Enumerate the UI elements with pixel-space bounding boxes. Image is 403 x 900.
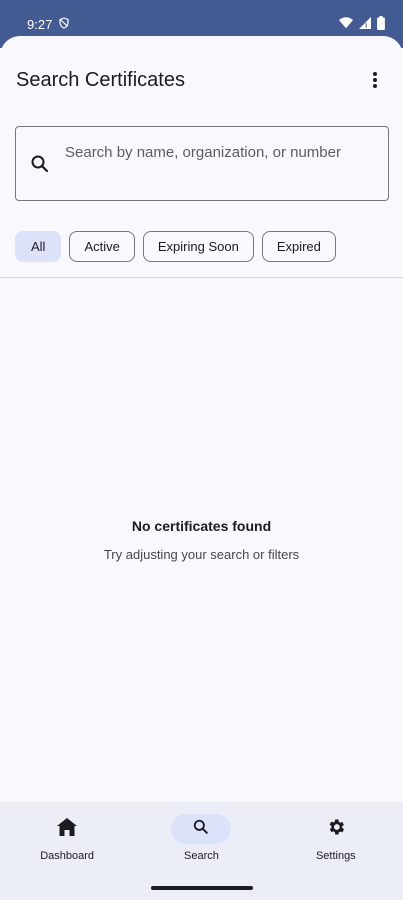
chip-active[interactable]: Active <box>69 231 135 262</box>
chip-all[interactable]: All <box>15 231 62 262</box>
filter-chips: All Active Expiring Soon Expired <box>15 231 336 262</box>
screen-top-curve <box>0 36 403 56</box>
chip-expired[interactable]: Expired <box>261 231 336 262</box>
nav-item-dashboard[interactable]: Dashboard <box>12 802 122 862</box>
empty-state-subtitle: Try adjusting your search or filters <box>103 547 300 562</box>
nav-label-settings: Settings <box>315 850 356 862</box>
top-app-bar: Search Certificates <box>0 56 403 104</box>
search-icon <box>191 817 211 842</box>
nav-icon-container <box>171 814 232 844</box>
wifi-icon <box>339 16 353 32</box>
status-time: 9:27 <box>27 16 53 32</box>
nav-item-settings[interactable]: Settings <box>281 802 391 862</box>
shield-off-icon <box>58 16 70 32</box>
battery-icon <box>377 15 385 33</box>
more-vert-icon[interactable] <box>363 68 387 92</box>
chip-expiring-soon[interactable]: Expiring Soon <box>142 231 254 262</box>
nav-item-search[interactable]: Search <box>146 802 256 862</box>
empty-state-title: No certificates found <box>131 518 272 534</box>
divider <box>0 277 403 278</box>
page-title: Search Certificates <box>16 68 185 91</box>
search-input[interactable] <box>65 139 372 188</box>
signal-icon <box>359 16 371 32</box>
nav-label-dashboard: Dashboard <box>40 850 95 862</box>
bottom-navigation: Dashboard Search Settings <box>0 802 403 878</box>
nav-label-search: Search <box>184 850 219 862</box>
home-icon <box>57 817 78 841</box>
nav-icon-container <box>37 814 97 844</box>
status-left: 9:27 <box>27 17 70 32</box>
gesture-handle[interactable] <box>151 886 253 890</box>
nav-icon-container <box>306 814 366 844</box>
search-field[interactable] <box>15 126 389 201</box>
gear-icon <box>326 817 346 842</box>
search-icon <box>28 152 52 176</box>
status-right <box>339 15 385 33</box>
